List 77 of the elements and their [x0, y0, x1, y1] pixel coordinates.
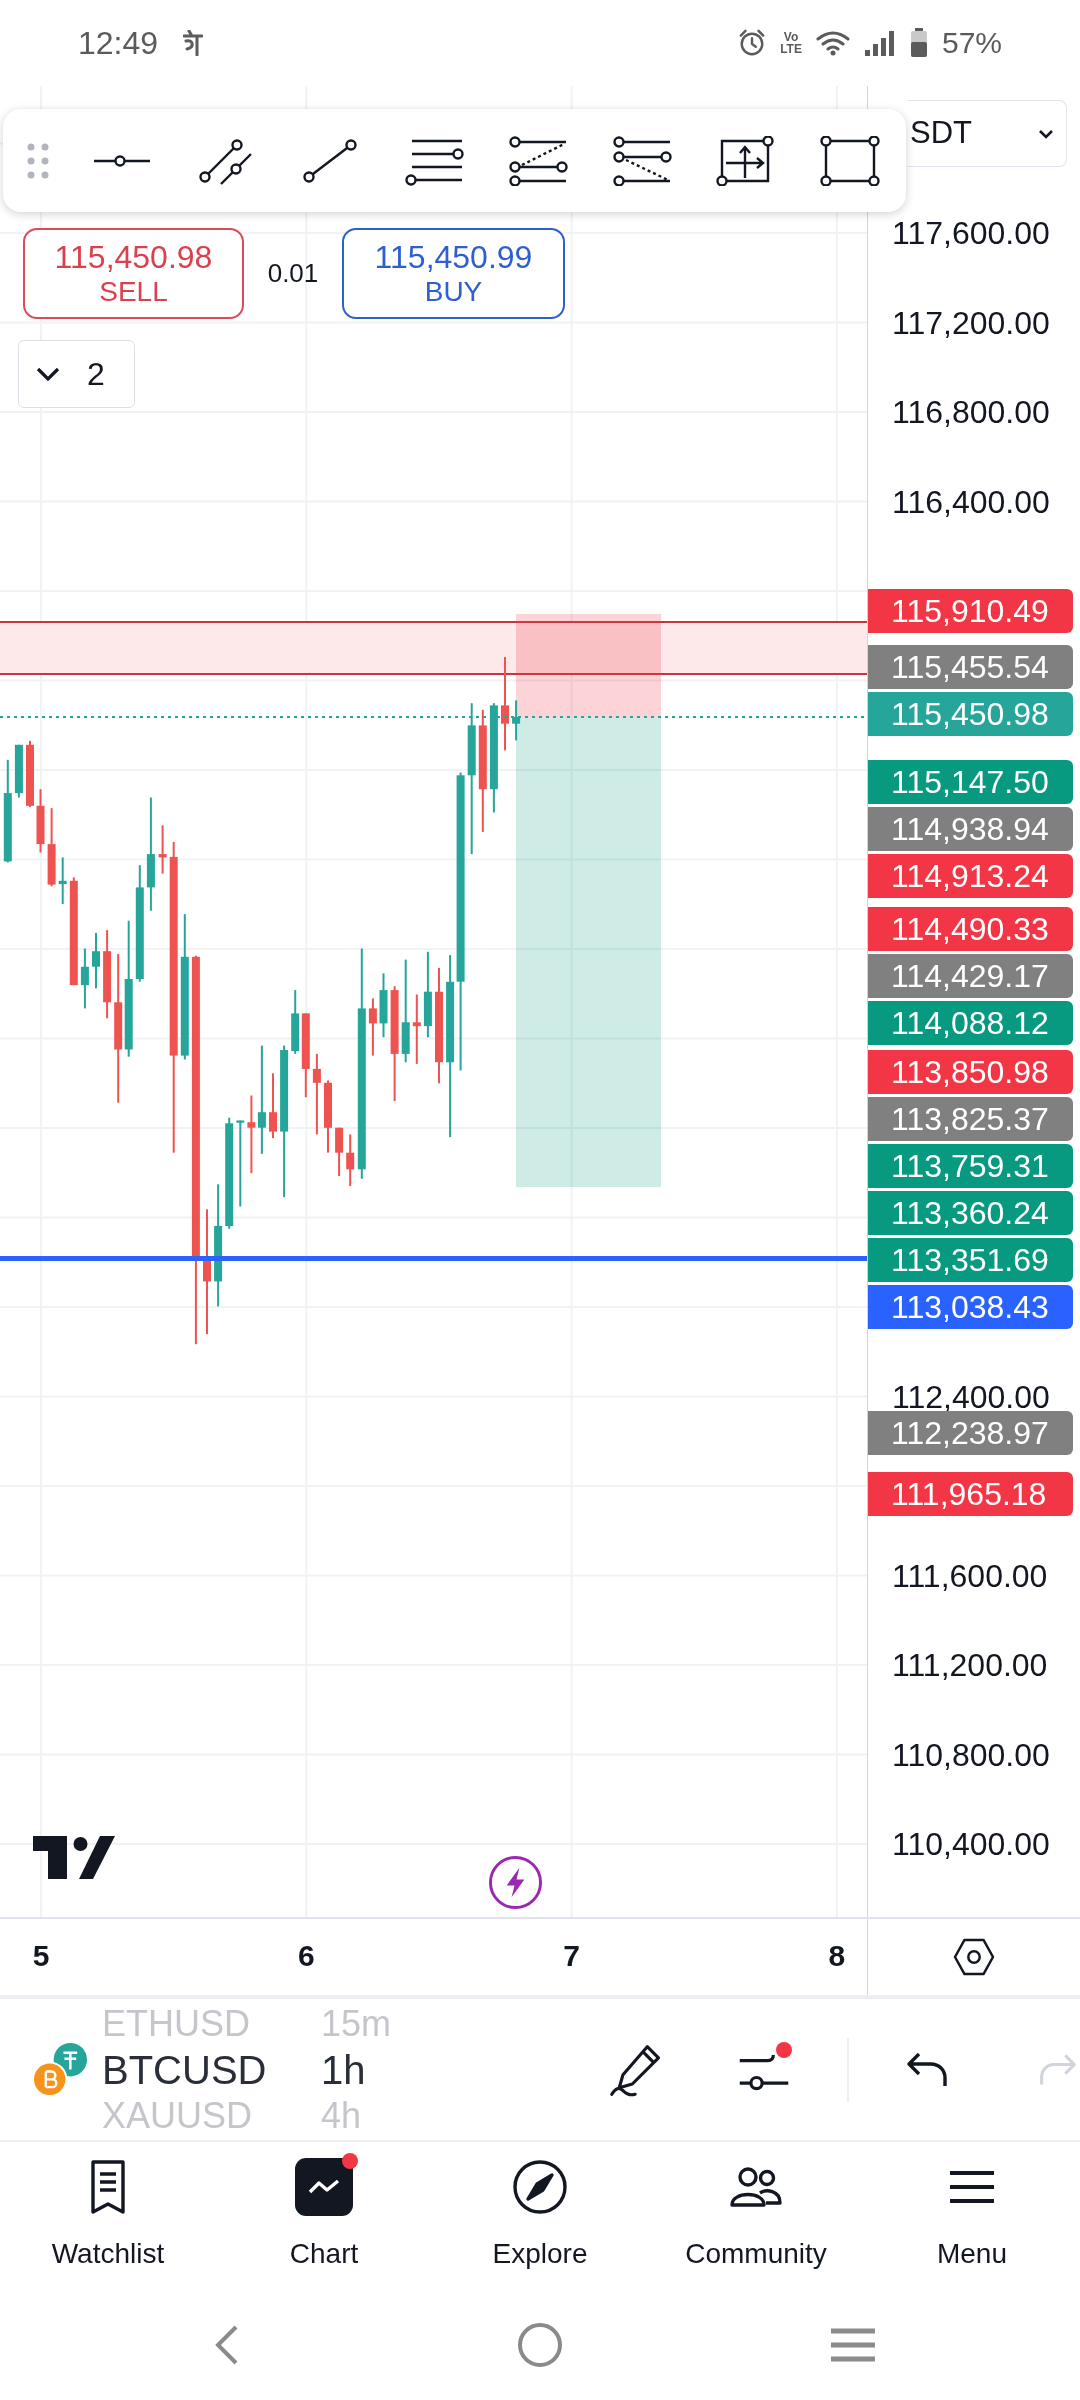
time-label: 8: [827, 1938, 847, 1974]
price-tag: 115,910.49: [868, 589, 1073, 633]
network-indicator: LTE: [780, 43, 802, 55]
battery-percent: 57%: [941, 25, 1002, 61]
price-label: 110,800.00: [892, 1740, 1050, 1769]
price-tag: 115,147.50: [868, 759, 1073, 804]
logo-icon: [33, 1836, 115, 1879]
price-label: 116,800.00: [892, 398, 1050, 426]
sell-button[interactable]: 115,450.98 SELL: [23, 228, 244, 319]
price-label: 111,600.00: [892, 1561, 1048, 1590]
spread-value: 0.01: [266, 257, 320, 290]
dotted-lines-icon[interactable]: [612, 135, 672, 186]
home-icon[interactable]: [516, 2322, 563, 2368]
coin-pair-icon: [33, 2042, 88, 2097]
price-tag: 111,965.18: [868, 1471, 1073, 1516]
price-label: 110,400.00: [892, 1830, 1050, 1858]
price-tag: 113,360.24: [868, 1190, 1073, 1235]
settings-icon[interactable]: [953, 1938, 995, 1976]
symbol-selector[interactable]: SDT: [908, 100, 1067, 167]
price-tag: 114,429.17: [868, 953, 1073, 998]
candle: [346, 1134, 355, 1186]
box-arrows-icon[interactable]: [716, 135, 776, 186]
price-tag: 113,351.69: [868, 1237, 1073, 1282]
time-label: 5: [31, 1938, 51, 1974]
price-tag: 113,759.31: [868, 1143, 1073, 1188]
price-tag: 114,088.12: [868, 1000, 1073, 1045]
price-tag: 114,490.33: [868, 906, 1073, 951]
price-tag: 112,238.97: [868, 1410, 1073, 1455]
voice-indicator: Vo: [783, 31, 799, 43]
candle: [412, 994, 421, 1064]
buy-button[interactable]: 115,450.99 BUY: [342, 228, 565, 319]
price-label: 116,400.00: [892, 487, 1050, 516]
price-tag: 115,455.54: [868, 644, 1073, 689]
indicators-toggle-button[interactable]: 2: [18, 340, 135, 408]
price-label: 117,600.00: [892, 219, 1050, 247]
battery-icon: [909, 28, 928, 58]
chevron-down-icon: [1038, 128, 1054, 139]
price-tag: 113,850.98: [868, 1049, 1073, 1094]
price-label: 117,200.00: [892, 308, 1050, 337]
price-label: 112,400.00: [892, 1382, 1050, 1411]
notification-icon: [183, 30, 204, 56]
clock-time: 12:49: [78, 24, 159, 63]
candle: [92, 932, 100, 989]
symbol-option[interactable]: BTCUSD 1h: [102, 2046, 420, 2093]
lightning-icon[interactable]: [488, 1855, 543, 1910]
candle: [80, 948, 89, 1009]
candle: [368, 998, 377, 1056]
nav-tab[interactable]: Community: [648, 2142, 864, 2290]
recents-icon[interactable]: [828, 2327, 877, 2363]
candle: [58, 857, 67, 904]
time-label: 7: [562, 1938, 581, 1974]
price-tag: 114,913.24: [868, 853, 1073, 898]
candle: [14, 744, 23, 798]
chevron-down-icon: [35, 366, 61, 382]
back-icon[interactable]: [213, 2323, 240, 2367]
candle: [335, 1127, 344, 1176]
time-label: 6: [296, 1938, 316, 1974]
price-tag: 114,938.94: [868, 806, 1073, 851]
nav-tab[interactable]: Explore: [432, 2142, 648, 2290]
candle: [158, 825, 167, 874]
candle: [379, 973, 388, 1038]
alarm-icon: [738, 29, 767, 57]
rectangle-icon[interactable]: [820, 135, 880, 186]
wifi-icon: [815, 30, 850, 56]
candle: [269, 1073, 277, 1139]
nav-tab[interactable]: Chart: [216, 2142, 432, 2290]
nav-tab[interactable]: Menu: [864, 2142, 1080, 2290]
candle: [36, 789, 45, 853]
signal-icon: [863, 30, 896, 56]
nav-tab[interactable]: Watchlist: [0, 2142, 216, 2290]
dotted-lines-icon[interactable]: [508, 135, 568, 186]
price-tag: 113,825.37: [868, 1096, 1073, 1141]
candle: [26, 740, 34, 807]
price-label: 111,200.00: [892, 1651, 1048, 1679]
candle: [291, 990, 300, 1054]
price-tag: 113,038.43: [868, 1284, 1073, 1329]
price-tag: 115,450.98: [868, 691, 1073, 736]
